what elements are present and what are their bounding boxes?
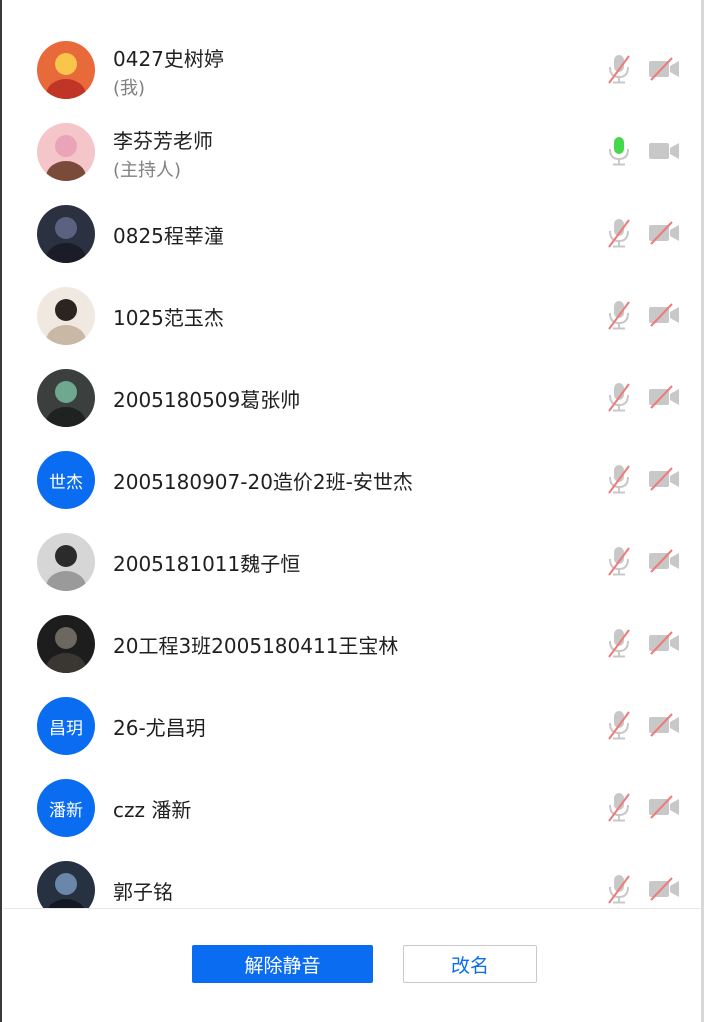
participant-name: 郭子铭 bbox=[113, 880, 173, 904]
participant-role: (我) bbox=[113, 78, 146, 99]
camera-off-icon[interactable] bbox=[647, 876, 681, 902]
avatar: 昌玥 bbox=[37, 697, 95, 755]
avatar: 世杰 bbox=[37, 451, 95, 509]
camera-off-icon[interactable] bbox=[647, 302, 681, 328]
avatar-initials: 世杰 bbox=[49, 472, 83, 493]
participant-name: czz 潘新 bbox=[113, 798, 192, 822]
camera-off-icon[interactable] bbox=[647, 384, 681, 410]
camera-off-icon[interactable] bbox=[647, 220, 681, 246]
participant-row[interactable]: 20工程3班2005180411王宝林 bbox=[0, 603, 700, 685]
camera-off-icon[interactable] bbox=[647, 712, 681, 738]
participant-name: 1025范玉杰 bbox=[113, 306, 224, 330]
mic-muted-icon[interactable] bbox=[604, 217, 634, 249]
unmute-button[interactable]: 解除静音 bbox=[192, 945, 373, 983]
participant-row[interactable]: 0427史树婷 (我) bbox=[0, 29, 700, 111]
participant-row[interactable]: 昌玥 26-尤昌玥 bbox=[0, 685, 700, 767]
camera-off-icon[interactable] bbox=[647, 548, 681, 574]
participant-name: 李芬芳老师 bbox=[113, 129, 213, 153]
camera-off-icon[interactable] bbox=[647, 56, 681, 82]
participant-row[interactable]: 2005181011魏子恒 bbox=[0, 521, 700, 603]
avatar bbox=[37, 533, 95, 591]
participant-name: 2005180509葛张帅 bbox=[113, 388, 301, 412]
avatar: 潘新 bbox=[37, 779, 95, 837]
camera-off-icon[interactable] bbox=[647, 794, 681, 820]
participant-name: 26-尤昌玥 bbox=[113, 716, 206, 740]
mic-muted-icon[interactable] bbox=[604, 299, 634, 331]
participant-name: 2005181011魏子恒 bbox=[113, 552, 301, 576]
mic-muted-icon[interactable] bbox=[604, 627, 634, 659]
rename-button[interactable]: 改名 bbox=[403, 945, 537, 983]
mic-muted-icon[interactable] bbox=[604, 709, 634, 741]
participant-role: (主持人) bbox=[113, 160, 182, 181]
participant-row[interactable]: 郭子铭 bbox=[0, 849, 700, 908]
camera-off-icon[interactable] bbox=[647, 630, 681, 656]
mic-muted-icon[interactable] bbox=[604, 873, 634, 905]
mic-muted-icon[interactable] bbox=[604, 53, 634, 85]
avatar bbox=[37, 123, 95, 181]
avatar bbox=[37, 205, 95, 263]
participant-name: 0427史树婷 bbox=[113, 47, 224, 71]
avatar bbox=[37, 615, 95, 673]
avatar bbox=[37, 369, 95, 427]
camera-off-icon[interactable] bbox=[647, 466, 681, 492]
avatar bbox=[37, 287, 95, 345]
microphone-icon[interactable] bbox=[604, 135, 634, 167]
mic-muted-icon[interactable] bbox=[604, 463, 634, 495]
participant-row[interactable]: 李芬芳老师 (主持人) bbox=[0, 111, 700, 193]
avatar bbox=[37, 41, 95, 99]
participant-list[interactable]: 0427史树婷 (我) 李芬芳老师 (主持人) 0825程莘潼 1025范玉杰 200518… bbox=[0, 0, 701, 908]
participant-row[interactable]: 0825程莘潼 bbox=[0, 193, 700, 275]
participant-row[interactable]: 潘新 czz 潘新 bbox=[0, 767, 700, 849]
avatar bbox=[37, 861, 95, 908]
footer-divider bbox=[4, 908, 701, 909]
participant-row[interactable]: 世杰 2005180907-20造价2班-安世杰 bbox=[0, 439, 700, 521]
participant-name: 20工程3班2005180411王宝林 bbox=[113, 634, 399, 658]
mic-muted-icon[interactable] bbox=[604, 381, 634, 413]
participant-name: 0825程莘潼 bbox=[113, 224, 224, 248]
participant-name: 2005180907-20造价2班-安世杰 bbox=[113, 470, 413, 494]
avatar-initials: 昌玥 bbox=[49, 718, 83, 739]
avatar-initials: 潘新 bbox=[49, 800, 83, 821]
participant-row[interactable]: 2005180509葛张帅 bbox=[0, 357, 700, 439]
participant-row[interactable]: 1025范玉杰 bbox=[0, 275, 700, 357]
mic-muted-icon[interactable] bbox=[604, 791, 634, 823]
mic-muted-icon[interactable] bbox=[604, 545, 634, 577]
camera-icon[interactable] bbox=[647, 138, 681, 164]
